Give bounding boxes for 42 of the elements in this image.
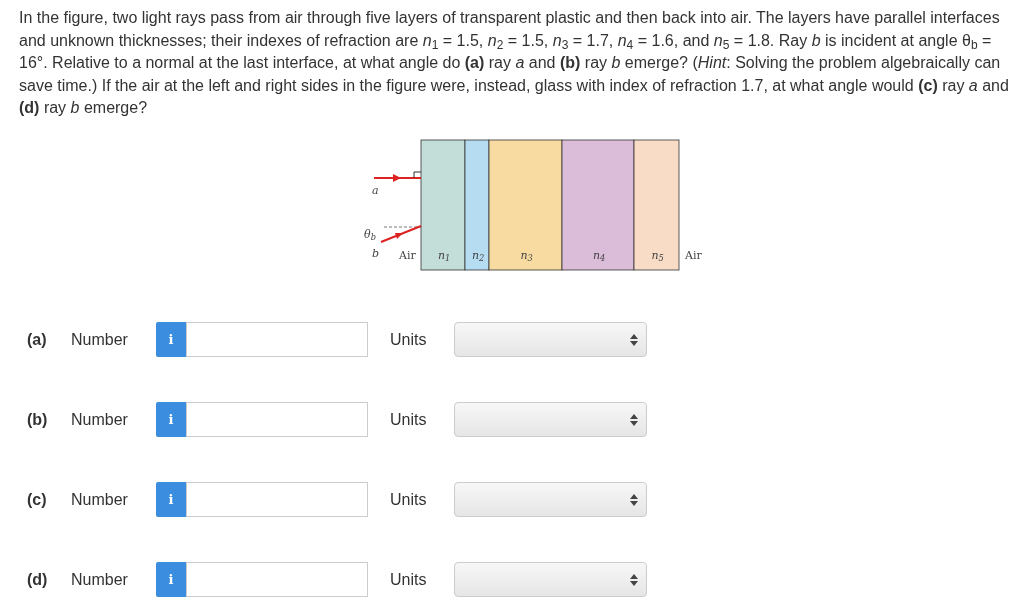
up-down-caret-icon: [630, 413, 638, 426]
right-angle-mark: [413, 171, 422, 179]
units-select[interactable]: [454, 322, 647, 358]
ray-b-label: b: [372, 247, 380, 259]
number-label: Number: [71, 569, 129, 590]
layer-label: n$_{4}$: [593, 249, 606, 261]
layer-label: n$_{3}$: [520, 249, 533, 261]
medium-label: Air: [399, 249, 416, 261]
info-button[interactable]: i: [156, 482, 186, 518]
angle-label: θ$_{b}$: [364, 228, 376, 240]
part-label: (a): [27, 329, 48, 350]
number-input-field[interactable]: [186, 482, 368, 518]
up-down-caret-icon: [630, 573, 638, 586]
up-down-caret-icon: [630, 333, 638, 346]
number-input-field[interactable]: [186, 562, 368, 598]
number-label: Number: [71, 329, 129, 350]
ray-b-arrow: [380, 224, 422, 243]
part-label: (c): [27, 489, 48, 510]
units-select[interactable]: [454, 562, 647, 598]
ray-a-label: a: [372, 184, 379, 196]
info-button[interactable]: i: [156, 562, 186, 598]
number-label: Number: [71, 409, 129, 430]
units-label: Units: [390, 409, 428, 430]
up-down-caret-icon: [630, 493, 638, 506]
number-label: Number: [71, 489, 129, 510]
number-input-field[interactable]: [186, 322, 368, 358]
units-select[interactable]: [454, 482, 647, 518]
part-label: (b): [27, 409, 49, 430]
info-button[interactable]: i: [156, 402, 186, 438]
number-input-field[interactable]: [186, 402, 368, 438]
medium-label: Air: [685, 249, 702, 261]
units-label: Units: [390, 489, 428, 510]
layer-label: n$_{1}$: [438, 249, 451, 261]
layer-label: n$_{5}$: [651, 249, 664, 261]
ray-a-arrow: [373, 173, 422, 182]
info-button[interactable]: i: [156, 322, 186, 358]
layer-label: n$_{2}$: [472, 249, 485, 261]
units-label: Units: [390, 569, 428, 590]
normal-line: [383, 226, 422, 228]
units-label: Units: [390, 329, 428, 350]
units-select[interactable]: [454, 402, 647, 438]
part-label: (d): [27, 569, 49, 590]
